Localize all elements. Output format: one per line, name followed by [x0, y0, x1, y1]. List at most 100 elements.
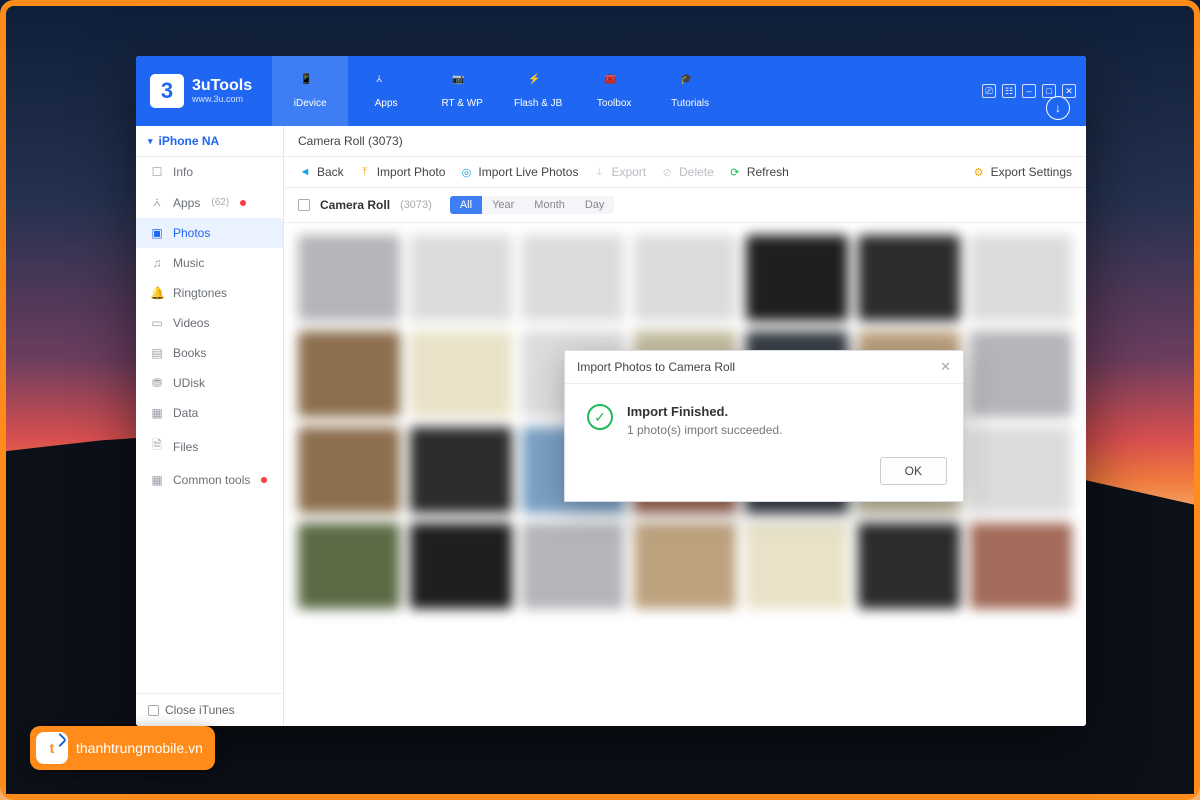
nav-label: RT & WP: [442, 98, 483, 109]
photo-thumb[interactable]: [298, 331, 400, 417]
export-settings-button[interactable]: ⚙ Export Settings: [972, 165, 1072, 179]
sidebar-item-commontools[interactable]: ▦ Common tools: [136, 465, 283, 495]
export-icon: ⤓: [592, 165, 606, 179]
seg-year[interactable]: Year: [482, 196, 524, 214]
nav-tutorials[interactable]: 🎓 Tutorials: [652, 56, 728, 126]
time-segment: All Year Month Day: [450, 196, 615, 214]
photo-thumb[interactable]: [970, 235, 1072, 321]
app-url: www.3u.com: [192, 95, 252, 104]
nav-label: Apps: [375, 98, 398, 109]
export-button[interactable]: ⤓ Export: [592, 165, 646, 179]
logo-icon: 3: [150, 74, 184, 108]
delete-icon: ⊘: [660, 165, 674, 179]
photo-thumb[interactable]: [522, 523, 624, 609]
sidebar-item-files[interactable]: 🗎 Files: [136, 428, 283, 465]
dialog-ok-button[interactable]: OK: [880, 457, 947, 485]
photo-thumb[interactable]: [298, 427, 400, 513]
win-btn-1[interactable]: ⎚: [982, 84, 996, 98]
minimize-button[interactable]: –: [1022, 84, 1036, 98]
close-itunes-checkbox[interactable]: Close iTunes: [136, 693, 283, 726]
nav-rtwp[interactable]: 📷 RT & WP: [424, 56, 500, 126]
sidebar-item-apps[interactable]: ⩑ Apps (62): [136, 187, 283, 218]
select-all-checkbox[interactable]: [298, 199, 310, 211]
nav-label: iDevice: [294, 98, 327, 109]
import-photo-button[interactable]: ⤒ Import Photo: [358, 165, 446, 179]
dialog-message: 1 photo(s) import succeeded.: [627, 423, 782, 437]
watermark-icon: t: [36, 732, 68, 764]
sidebar-item-udisk[interactable]: ⛃ UDisk: [136, 368, 283, 398]
back-label: Back: [317, 165, 344, 179]
download-icon[interactable]: ↓: [1046, 96, 1070, 120]
close-button[interactable]: ✕: [1062, 84, 1076, 98]
seg-day[interactable]: Day: [575, 196, 615, 214]
ringtones-icon: 🔔: [150, 286, 164, 300]
photos-icon: ▣: [150, 226, 164, 240]
flash-icon: ⚡: [528, 74, 548, 94]
checkbox-icon[interactable]: [148, 705, 159, 716]
photo-thumb[interactable]: [970, 331, 1072, 417]
books-icon: ▤: [150, 346, 164, 360]
nav-toolbox[interactable]: 🧰 Toolbox: [576, 56, 652, 126]
nav-flash[interactable]: ⚡ Flash & JB: [500, 56, 576, 126]
sidebar-item-data[interactable]: ▦ Data: [136, 398, 283, 428]
sidebar: iPhone NA ☐ Info ⩑ Apps (62) ▣ Photos ♫ …: [136, 126, 284, 726]
toolbox-icon: 🧰: [604, 74, 624, 94]
delete-button[interactable]: ⊘ Delete: [660, 165, 714, 179]
photo-thumb[interactable]: [298, 523, 400, 609]
dialog-title: Import Photos to Camera Roll: [577, 360, 735, 374]
gear-icon: ⚙: [972, 165, 986, 179]
refresh-icon: ⟳: [728, 165, 742, 179]
win-btn-2[interactable]: ☷: [1002, 84, 1016, 98]
sidebar-item-label: Files: [173, 440, 198, 454]
photo-thumb[interactable]: [522, 235, 624, 321]
refresh-button[interactable]: ⟳ Refresh: [728, 165, 789, 179]
app-logo: 3 3uTools www.3u.com: [136, 74, 268, 108]
rtwp-icon: 📷: [452, 74, 472, 94]
seg-month[interactable]: Month: [524, 196, 575, 214]
sidebar-item-photos[interactable]: ▣ Photos: [136, 218, 283, 248]
album-name: Camera Roll: [320, 198, 390, 212]
export-settings-label: Export Settings: [991, 165, 1072, 179]
photo-thumb[interactable]: [634, 235, 736, 321]
photo-thumb[interactable]: [298, 235, 400, 321]
device-header[interactable]: iPhone NA: [136, 126, 283, 157]
photo-thumb[interactable]: [746, 523, 848, 609]
sidebar-item-books[interactable]: ▤ Books: [136, 338, 283, 368]
sidebar-item-label: Common tools: [173, 473, 250, 487]
photo-thumb[interactable]: [634, 523, 736, 609]
sidebar-item-music[interactable]: ♫ Music: [136, 248, 283, 278]
seg-all[interactable]: All: [450, 196, 482, 214]
nav-idevice[interactable]: 📱 iDevice: [272, 56, 348, 126]
photo-thumb[interactable]: [746, 235, 848, 321]
apps-icon: ⩑: [150, 195, 164, 210]
sidebar-item-videos[interactable]: ▭ Videos: [136, 308, 283, 338]
back-button[interactable]: ◄ Back: [298, 165, 344, 179]
watermark-text: thanhtrungmobile.vn: [76, 740, 203, 756]
apps-count: (62): [211, 197, 229, 208]
nav-apps[interactable]: ⩑ Apps: [348, 56, 424, 126]
photo-thumb[interactable]: [410, 331, 512, 417]
sidebar-item-label: Apps: [173, 196, 200, 210]
photo-thumb[interactable]: [858, 523, 960, 609]
photo-thumb[interactable]: [858, 235, 960, 321]
filter-bar: Camera Roll (3073) All Year Month Day: [284, 188, 1086, 223]
dialog-close-button[interactable]: ✕: [940, 359, 951, 375]
top-nav: 📱 iDevice ⩑ Apps 📷 RT & WP ⚡ Flash & JB …: [272, 56, 728, 126]
nav-label: Toolbox: [597, 98, 631, 109]
back-icon: ◄: [298, 165, 312, 179]
photo-thumb[interactable]: [410, 523, 512, 609]
close-itunes-label: Close iTunes: [165, 703, 235, 717]
photo-thumb[interactable]: [970, 427, 1072, 513]
apps-icon: ⩑: [376, 74, 396, 94]
sidebar-item-ringtones[interactable]: 🔔 Ringtones: [136, 278, 283, 308]
sidebar-item-info[interactable]: ☐ Info: [136, 157, 283, 187]
import-live-button[interactable]: ◎ Import Live Photos: [459, 165, 578, 179]
sidebar-item-label: UDisk: [173, 376, 205, 390]
photo-thumb[interactable]: [970, 523, 1072, 609]
photo-thumb[interactable]: [410, 427, 512, 513]
info-icon: ☐: [150, 165, 164, 179]
photo-thumb[interactable]: [410, 235, 512, 321]
device-icon: 📱: [300, 74, 320, 94]
import-live-label: Import Live Photos: [478, 165, 578, 179]
import-photo-icon: ⤒: [358, 165, 372, 179]
